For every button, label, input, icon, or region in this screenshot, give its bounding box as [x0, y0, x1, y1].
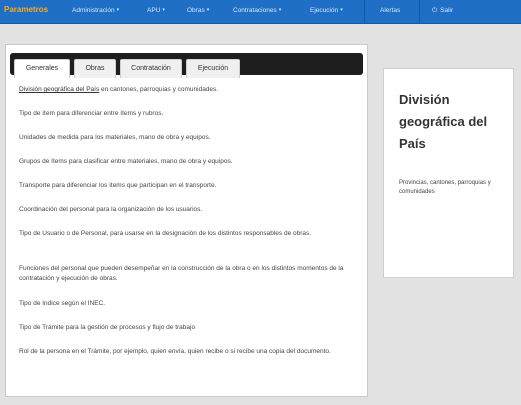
tab-generales[interactable]: Generales: [14, 59, 70, 78]
nav-apu-label: APU: [147, 7, 161, 14]
list-item: Tipo de Indice según el INEC.: [19, 300, 106, 307]
nav-apu[interactable]: APU ▾: [147, 7, 165, 14]
chevron-down-icon: ▾: [162, 7, 165, 13]
chevron-down-icon: ▾: [278, 7, 282, 13]
nav-administracion-label: Administración: [72, 7, 115, 14]
nav-contrataciones[interactable]: Contrataciones ▾: [233, 7, 281, 14]
list-item: Tipo de Usuario o de Personal, para usar…: [19, 230, 312, 237]
list-item: Tipo de ítem para diferenciar entre ítem…: [19, 110, 164, 117]
tab-obras[interactable]: Obras: [74, 59, 116, 78]
nav-alertas[interactable]: Alertas: [380, 7, 400, 14]
nav-divider: [364, 0, 365, 23]
link-division-geografica[interactable]: División geográfica del País: [19, 86, 99, 93]
list-item: Coordinación del personal para la organi…: [19, 206, 203, 213]
info-card-description: Provincias, cantones, parroquias y comun…: [399, 180, 491, 195]
list-item: División geográfica del País en cantones…: [19, 85, 359, 95]
chevron-down-icon: ▾: [116, 7, 120, 13]
nav-obras[interactable]: Obras ▾: [187, 7, 209, 14]
brand-parametros[interactable]: Parametros: [4, 5, 48, 14]
power-icon: ⏻: [432, 7, 438, 14]
list-item: Grupos de ítems para clasificar entre ma…: [19, 158, 233, 165]
nav-contrataciones-label: Contrataciones: [233, 7, 277, 14]
tab-ejecucion[interactable]: Ejecución: [186, 59, 240, 78]
list-item: Unidades de medida para los materiales, …: [19, 134, 211, 141]
nav-salir[interactable]: ⏻ Salir: [432, 7, 453, 15]
chevron-down-icon: ▾: [206, 7, 210, 13]
list-item: Tipo de Trámite para la gestión de proce…: [19, 324, 196, 331]
nav-obras-label: Obras: [187, 7, 205, 14]
nav-administracion[interactable]: Administración ▾: [72, 7, 119, 14]
list-item-text: en cantones, parroquias y comunidades.: [99, 86, 219, 93]
info-card: División geográfica del País Provincias,…: [383, 68, 514, 278]
nav-ejecucion-label: Ejecución: [310, 7, 339, 14]
tab-contratacion[interactable]: Contratación: [120, 59, 182, 78]
nav-ejecucion[interactable]: Ejecución ▾: [310, 7, 343, 14]
nav-divider: [419, 0, 420, 23]
list-item: Rol de la persona en el Trámite, por eje…: [19, 348, 331, 355]
tab-bar: Generales Obras Contratación Ejecución: [10, 53, 363, 78]
info-card-title: División geográfica del País: [399, 92, 488, 151]
list-item: Transporte para diferenciar los ítems qu…: [19, 182, 217, 189]
chevron-down-icon: ▾: [340, 7, 343, 13]
main-panel: Generales Obras Contratación Ejecución D…: [5, 44, 368, 397]
top-navbar: Parametros Administración ▾ APU ▾ Obras ▾ C…: [0, 0, 521, 24]
list-item: Funciones del personal que pueden desemp…: [19, 265, 344, 282]
nav-salir-label: Salir: [440, 7, 454, 14]
